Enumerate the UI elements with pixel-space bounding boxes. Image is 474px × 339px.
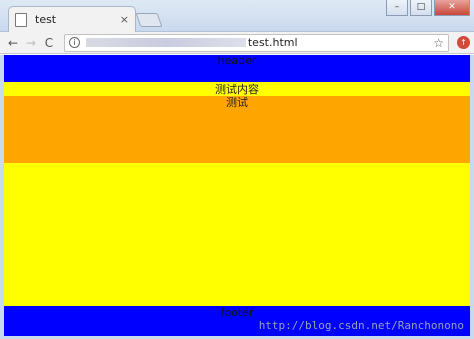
- extension-icon[interactable]: ↑: [457, 36, 470, 49]
- page-icon: [15, 12, 27, 27]
- minimize-button[interactable]: –: [386, 0, 408, 16]
- inner-text: 测试: [226, 96, 248, 109]
- window-titlebar: test × – □ ✕: [0, 0, 474, 32]
- close-window-button[interactable]: ✕: [434, 0, 470, 16]
- address-bar[interactable]: i test.html ☆: [63, 33, 450, 52]
- new-tab-button[interactable]: [135, 13, 163, 27]
- browser-toolbar: ← → C i test.html ☆ ↑: [0, 32, 474, 54]
- maximize-button[interactable]: □: [410, 0, 432, 16]
- page-header: header: [4, 55, 470, 82]
- window-frame-right: [470, 55, 474, 339]
- browser-tab[interactable]: test ×: [8, 6, 136, 32]
- page-viewport: header 测试内容 测试 footer http://blog.csdn.n…: [4, 55, 470, 336]
- close-icon[interactable]: ×: [120, 13, 129, 26]
- reload-icon[interactable]: C: [40, 36, 58, 50]
- page-content: 测试内容 测试: [4, 82, 470, 306]
- forward-arrow-icon[interactable]: →: [22, 36, 40, 50]
- back-arrow-icon[interactable]: ←: [4, 36, 22, 50]
- url-redacted: [85, 38, 246, 47]
- tab-title: test: [35, 13, 57, 26]
- url-text: test.html: [247, 36, 298, 49]
- watermark: http://blog.csdn.net/Ranchonono: [258, 319, 464, 332]
- info-icon[interactable]: i: [68, 37, 80, 48]
- inner-block: 测试: [4, 96, 470, 163]
- header-text: header: [217, 54, 257, 67]
- window-controls: – □ ✕: [386, 0, 470, 16]
- star-icon[interactable]: ☆: [433, 36, 444, 50]
- footer-text: footer: [220, 306, 254, 319]
- content-title: 测试内容: [215, 83, 259, 96]
